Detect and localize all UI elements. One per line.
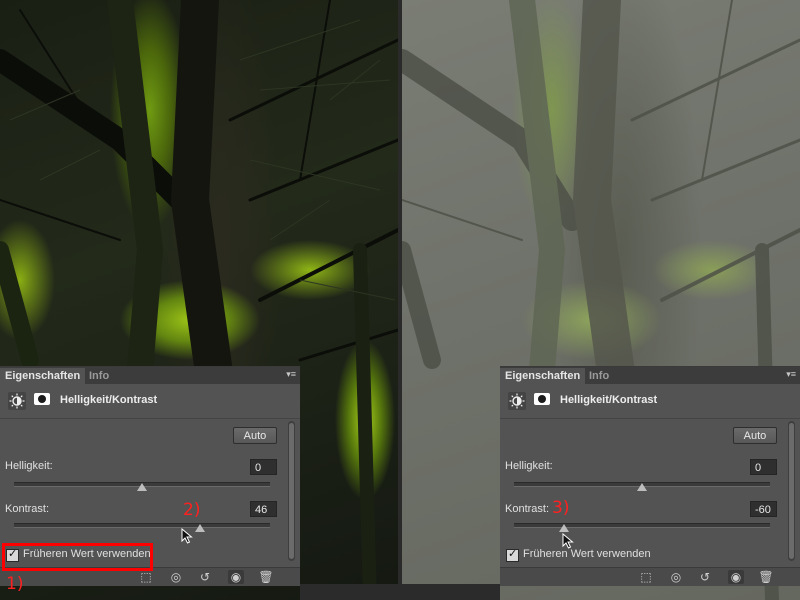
brightness-value-field[interactable]: 0: [750, 459, 777, 475]
brightness-slider-thumb[interactable]: [137, 483, 147, 491]
view-previous-state-icon[interactable]: ◎: [168, 570, 184, 584]
tab-eigenschaften[interactable]: Eigenschaften: [0, 368, 86, 384]
trash-icon[interactable]: 🗑: [258, 570, 274, 584]
panel-scrollbar-thumb[interactable]: [289, 423, 294, 559]
view-previous-state-icon[interactable]: ◎: [668, 570, 684, 584]
contrast-slider-thumb[interactable]: [559, 524, 569, 532]
tab-eigenschaften[interactable]: Eigenschaften: [500, 368, 586, 384]
adjustment-header: Helligkeit/Kontrast: [500, 384, 800, 419]
panel-footer: ⬚ ◎ ↺ ◉ 🗑: [500, 567, 800, 586]
clip-to-layer-icon[interactable]: ⬚: [138, 570, 154, 584]
layer-mask-icon[interactable]: [34, 393, 50, 405]
annotation-step-1: 1): [6, 574, 24, 594]
visibility-eye-icon[interactable]: ◉: [228, 570, 244, 584]
panel-tabs: Eigenschaften Info ▾≡: [0, 367, 300, 384]
contrast-value-field[interactable]: -60: [750, 501, 777, 517]
clip-to-layer-icon[interactable]: ⬚: [638, 570, 654, 584]
trash-icon[interactable]: 🗑: [758, 570, 774, 584]
contrast-slider-track[interactable]: [514, 523, 770, 528]
panel-tabs: Eigenschaften Info ▾≡: [500, 367, 800, 384]
mouse-cursor-icon: [181, 528, 193, 544]
auto-button[interactable]: Auto: [233, 427, 277, 444]
panel-scrollbar[interactable]: [288, 421, 295, 561]
contrast-slider-track[interactable]: [14, 523, 270, 528]
annotation-step-3: 3): [552, 498, 570, 518]
brightness-label: Helligkeit:: [505, 460, 553, 472]
reset-icon[interactable]: ↺: [197, 570, 213, 584]
panel-scrollbar-thumb[interactable]: [789, 423, 794, 559]
bottom-bar: [300, 584, 500, 600]
adjustment-header: Helligkeit/Kontrast: [0, 384, 300, 419]
brightness-contrast-icon: [8, 392, 26, 410]
layer-mask-icon[interactable]: [534, 393, 550, 405]
annotation-step-2: 2): [183, 500, 201, 520]
properties-panel-right: Eigenschaften Info ▾≡ Helligkeit/Kontras…: [500, 366, 800, 586]
adjustment-title: Helligkeit/Kontrast: [60, 394, 158, 406]
brightness-slider-thumb[interactable]: [637, 483, 647, 491]
panel-menu-icon[interactable]: ▾≡: [286, 369, 296, 380]
mouse-cursor-icon: [562, 533, 574, 549]
legacy-checkbox[interactable]: [506, 547, 519, 562]
tab-info[interactable]: Info: [584, 368, 614, 384]
adjustment-title: Helligkeit/Kontrast: [560, 394, 658, 406]
contrast-slider-thumb[interactable]: [195, 524, 205, 532]
contrast-value-field[interactable]: 46: [250, 501, 277, 517]
panel-scrollbar[interactable]: [788, 421, 795, 561]
auto-button[interactable]: Auto: [733, 427, 777, 444]
tab-info[interactable]: Info: [84, 368, 114, 384]
brightness-label: Helligkeit:: [5, 460, 53, 472]
brightness-value-field[interactable]: 0: [250, 459, 277, 475]
panel-menu-icon[interactable]: ▾≡: [786, 369, 796, 380]
contrast-label: Kontrast:: [5, 503, 50, 515]
reset-icon[interactable]: ↺: [697, 570, 713, 584]
contrast-label: Kontrast:: [505, 503, 550, 515]
brightness-contrast-icon: [508, 392, 526, 410]
visibility-eye-icon[interactable]: ◉: [728, 570, 744, 584]
legacy-checkbox-label: Früheren Wert verwenden: [523, 548, 651, 560]
highlight-box: [2, 543, 153, 571]
